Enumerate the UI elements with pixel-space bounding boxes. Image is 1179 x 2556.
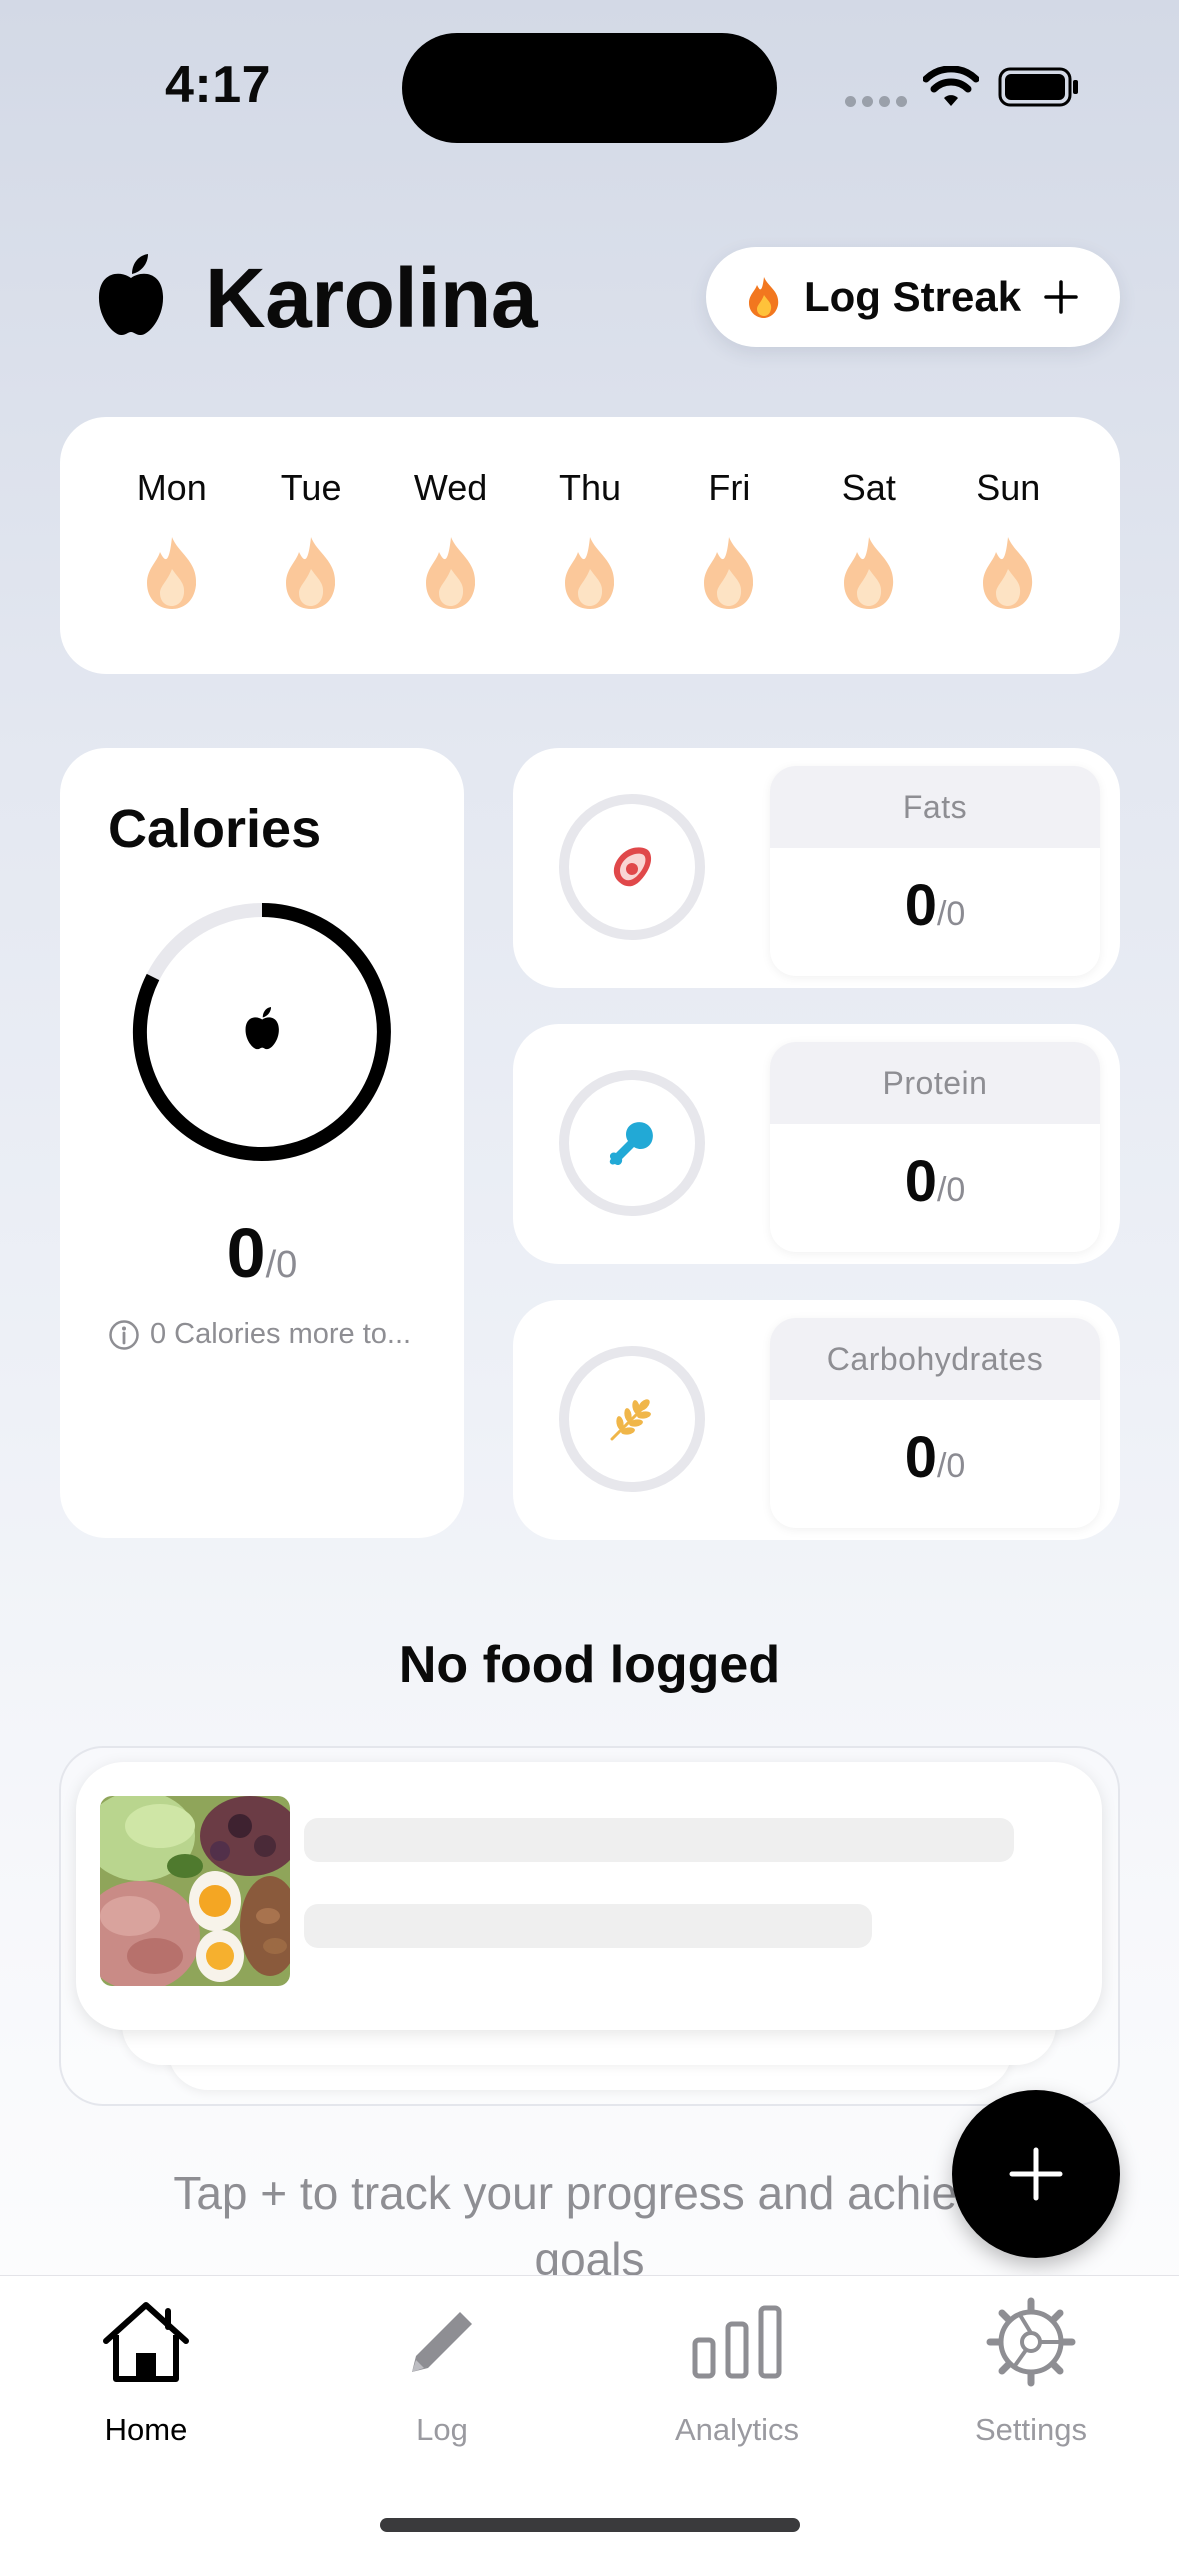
tab-log[interactable]: Log (332, 2292, 552, 2448)
day-mon[interactable]: Mon (102, 467, 241, 674)
battery-icon (998, 67, 1078, 107)
day-sun[interactable]: Sun (939, 467, 1078, 674)
calories-card[interactable]: Calories 0/0 0 Calories more to... (60, 748, 464, 1538)
tab-label: Log (416, 2412, 468, 2447)
apple-icon (245, 1007, 279, 1050)
avocado-icon (613, 847, 652, 887)
flame-icon (286, 537, 336, 609)
protein-label: Protein (770, 1042, 1100, 1124)
user-name: Karolina (205, 251, 538, 345)
placeholder-line (304, 1904, 872, 1948)
calories-note-text: 0 Calories more to... (150, 1318, 412, 1350)
carbohydrates-goal: /0 (936, 1447, 966, 1485)
protein-card[interactable]: Protein 0/0 (513, 1024, 1120, 1264)
add-food-button[interactable] (952, 2090, 1120, 2258)
food-thumbnail (100, 1796, 290, 1986)
carbohydrates-label: Carbohydrates (770, 1318, 1100, 1400)
calories-progress-ring (132, 903, 391, 1161)
fats-value: 0 (904, 873, 937, 938)
flame-icon (843, 537, 893, 609)
fats-label: Fats (770, 766, 1100, 848)
day-thu[interactable]: Thu (520, 467, 659, 674)
home-indicator (380, 2518, 800, 2532)
placeholder-food-card (76, 1762, 1102, 2030)
tab-label: Analytics (674, 2412, 800, 2447)
protein-goal: /0 (936, 1171, 966, 1209)
bar-chart-icon (692, 2305, 782, 2379)
day-label: Sat (841, 467, 896, 508)
calories-goal: /0 (265, 1244, 298, 1286)
day-label: Tue (280, 467, 342, 508)
empty-state-title: No food logged (398, 1636, 781, 1694)
pencil-icon (412, 2312, 472, 2372)
status-time: 4:17 (165, 56, 272, 114)
carbohydrates-progress-ring (559, 1346, 705, 1492)
day-label: Wed (413, 467, 488, 508)
gear-icon (986, 2297, 1076, 2387)
signal-dots-icon (845, 96, 907, 107)
calories-note[interactable]: 0 Calories more to... (108, 1318, 411, 1351)
flame-icon (564, 537, 615, 609)
calories-value: 0/0 (60, 1213, 464, 1293)
flame-icon (704, 537, 754, 609)
day-label: Thu (558, 467, 621, 508)
carbohydrates-panel: Carbohydrates 0/0 (770, 1318, 1100, 1528)
flame-icon (749, 277, 779, 318)
day-wed[interactable]: Wed (381, 467, 520, 674)
day-label: Fri (708, 467, 751, 508)
calories-current: 0 (226, 1214, 266, 1292)
protein-value: 0 (904, 1149, 937, 1214)
log-streak-label: Log Streak (804, 273, 1022, 320)
wifi-icon (923, 66, 979, 106)
protein-progress-ring (559, 1070, 705, 1216)
plus-icon (1044, 280, 1078, 314)
protein-panel: Protein 0/0 (770, 1042, 1100, 1252)
house-icon (103, 2302, 189, 2382)
tab-analytics[interactable]: Analytics (627, 2292, 847, 2448)
tab-settings[interactable]: Settings (921, 2292, 1141, 2448)
fats-card[interactable]: Fats 0/0 (513, 748, 1120, 988)
day-sat[interactable]: Sat (799, 467, 938, 674)
flame-icon (983, 537, 1033, 609)
plus-icon (1009, 2147, 1063, 2201)
calories-title: Calories (108, 799, 322, 859)
info-icon (109, 1319, 139, 1350)
tab-home[interactable]: Home (36, 2292, 256, 2448)
tab-label: Home (104, 2412, 188, 2447)
week-streak-card: Mon Tue Wed Thu Fri Sat Sun (60, 417, 1120, 674)
placeholder-line (304, 1818, 1014, 1862)
fats-goal: /0 (936, 895, 966, 933)
apple-logo-icon (98, 254, 164, 336)
carbohydrates-card[interactable]: Carbohydrates 0/0 (513, 1300, 1120, 1540)
fats-panel: Fats 0/0 (770, 766, 1100, 976)
wheat-icon (610, 1399, 651, 1441)
log-streak-button[interactable]: Log Streak (706, 247, 1120, 347)
fats-progress-ring (559, 794, 705, 940)
carbohydrates-value: 0 (904, 1425, 937, 1490)
flame-icon (425, 537, 475, 609)
flame-icon (146, 537, 196, 609)
day-label: Sun (976, 467, 1041, 508)
day-fri[interactable]: Fri (660, 467, 799, 674)
dynamic-island (402, 33, 777, 143)
day-label: Mon (136, 467, 207, 508)
drumstick-icon (609, 1122, 653, 1166)
day-tue[interactable]: Tue (241, 467, 380, 674)
tab-label: Settings (974, 2412, 1087, 2447)
